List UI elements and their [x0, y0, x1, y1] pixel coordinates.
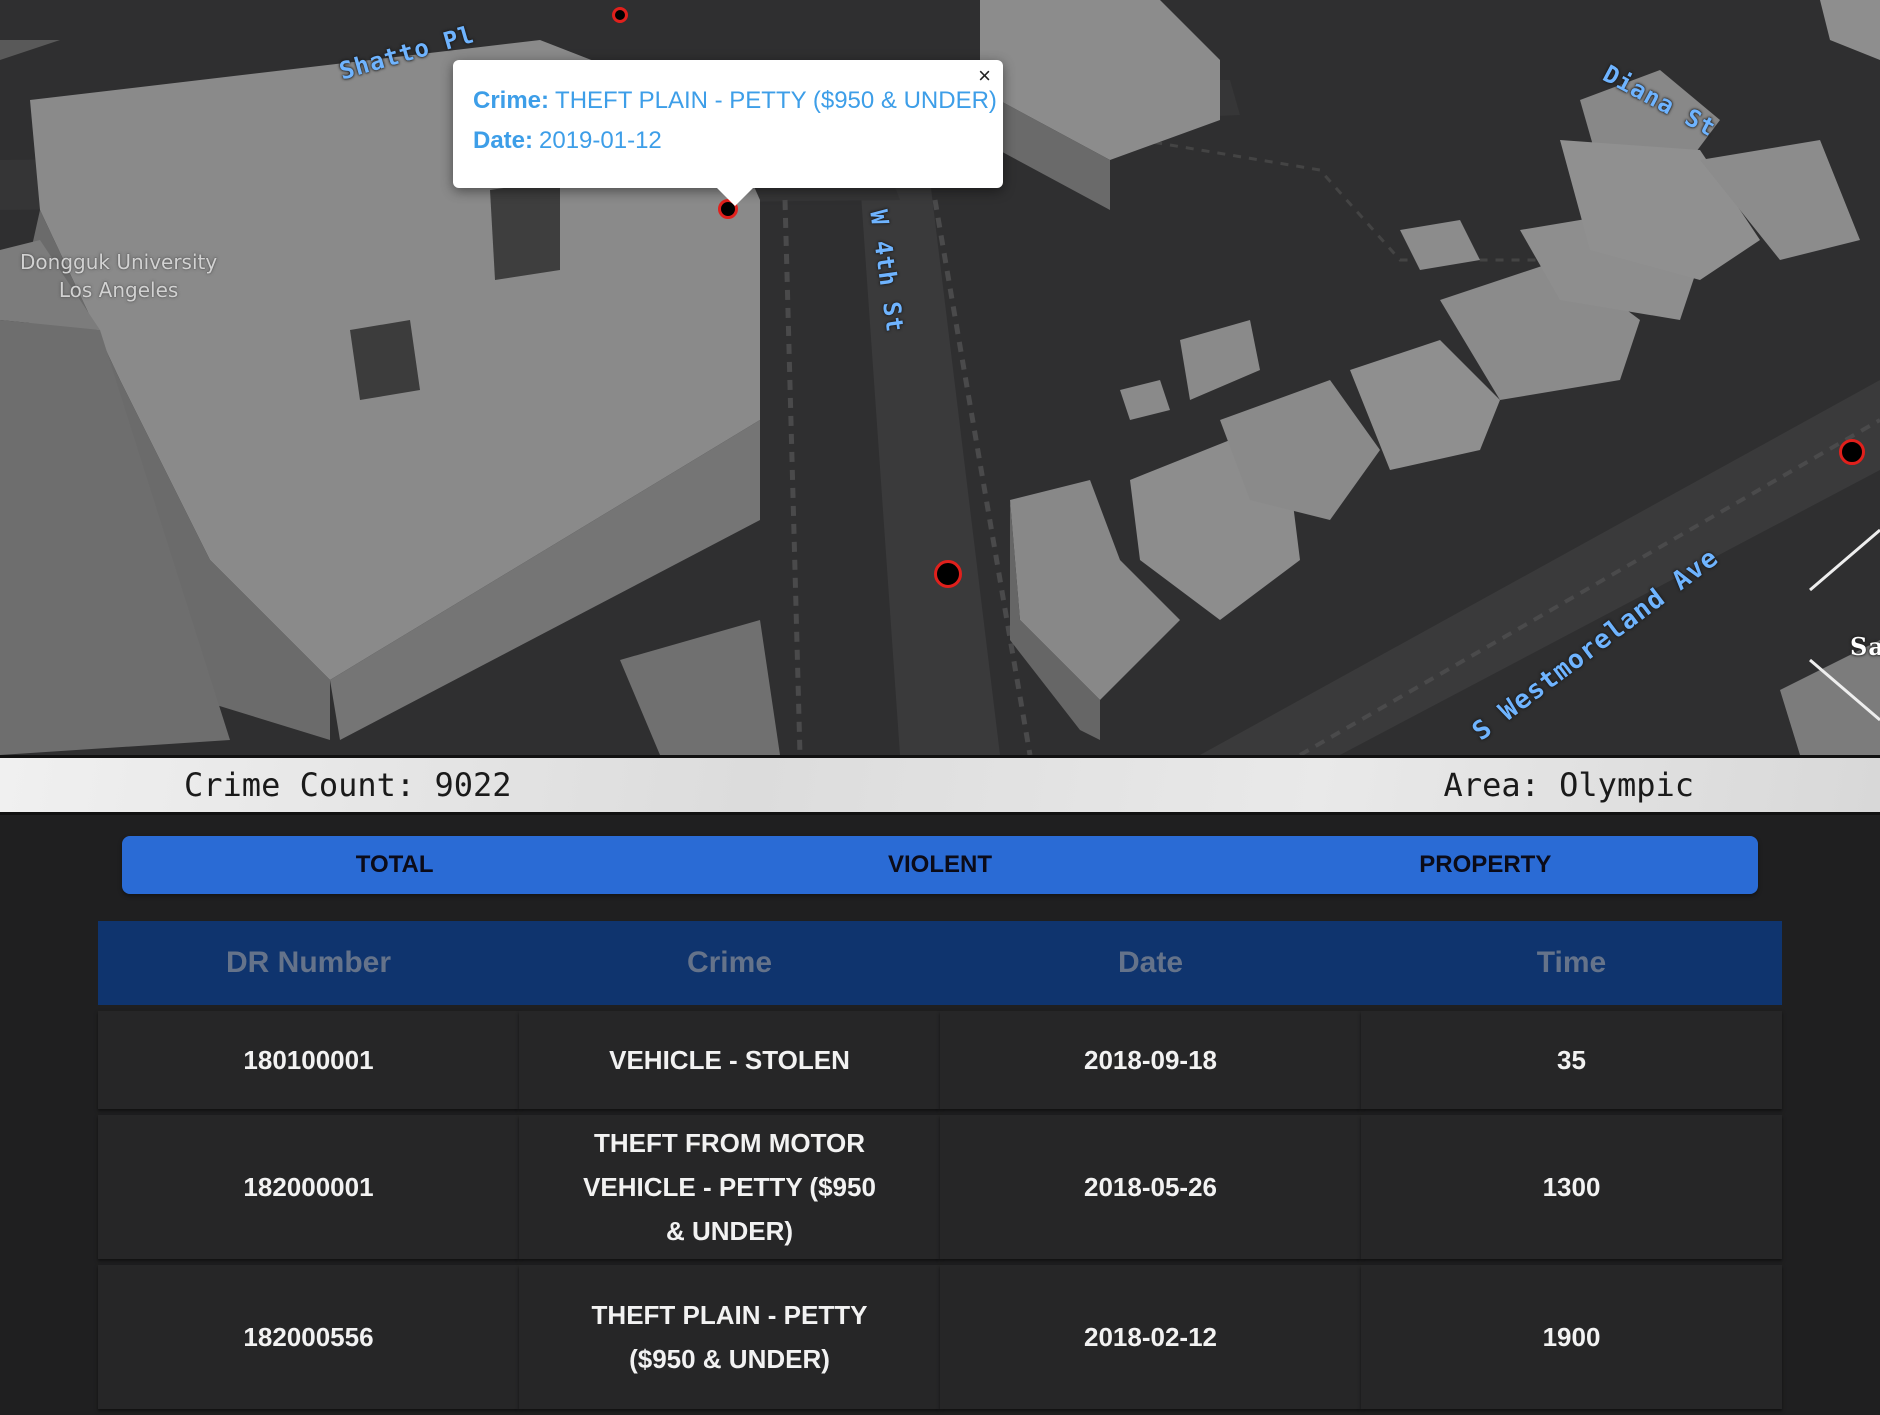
crime-map[interactable]: Shatto Pl W 4th St Diana St S Westmorela… [0, 0, 1880, 755]
cell-dr-number: 180100001 [98, 1011, 519, 1109]
popup-date-row: Date: 2019-01-12 [473, 127, 662, 155]
poi-name: Dongguk University [20, 250, 218, 274]
popup-crime-value: THEFT PLAIN - PETTY ($950 & UNDER) [555, 87, 997, 114]
tab-property[interactable]: PROPERTY [1213, 836, 1758, 894]
street-label-edge: Sa [1850, 632, 1880, 661]
cell-crime: THEFT FROM MOTOR VEHICLE - PETTY ($950 &… [519, 1115, 940, 1259]
cell-dr-number: 182000001 [98, 1115, 519, 1259]
info-bar: Crime Count: 9022 Area: Olympic [0, 755, 1880, 815]
header-date[interactable]: Date [940, 921, 1361, 1005]
cell-time: 1300 [1361, 1115, 1782, 1259]
cell-crime: THEFT PLAIN - PETTY ($950 & UNDER) [519, 1265, 940, 1409]
popup-crime-row: Crime: THEFT PLAIN - PETTY ($950 & UNDER) [473, 87, 997, 115]
poi-city: Los Angeles [58, 278, 179, 302]
header-crime[interactable]: Crime [519, 921, 940, 1005]
popup-close-button[interactable]: × [978, 64, 991, 88]
table-row[interactable]: 182000001 THEFT FROM MOTOR VEHICLE - PET… [98, 1115, 1782, 1259]
cell-time: 35 [1361, 1011, 1782, 1109]
table-row[interactable]: 182000556 THEFT PLAIN - PETTY ($950 & UN… [98, 1265, 1782, 1409]
table-header-row: DR Number Crime Date Time [98, 921, 1782, 1005]
popup-date-label: Date: [473, 127, 534, 154]
area-label: Area: Olympic [1443, 766, 1694, 804]
crime-popup: × Crime: THEFT PLAIN - PETTY ($950 & UNDE… [453, 60, 1003, 206]
cell-date: 2018-09-18 [940, 1011, 1361, 1109]
header-dr-number[interactable]: DR Number [98, 921, 519, 1005]
app-root: Shatto Pl W 4th St Diana St S Westmorela… [0, 0, 1880, 1409]
cell-dr-number: 182000556 [98, 1265, 519, 1409]
cell-date: 2018-05-26 [940, 1115, 1361, 1259]
tab-total[interactable]: TOTAL [122, 836, 667, 894]
tab-violent[interactable]: VIOLENT [667, 836, 1212, 894]
popup-date-value: 2019-01-12 [539, 127, 662, 154]
header-time[interactable]: Time [1361, 921, 1782, 1005]
crime-marker[interactable] [1839, 439, 1865, 465]
crime-marker[interactable] [934, 560, 962, 588]
cell-time: 1900 [1361, 1265, 1782, 1409]
crime-type-tabs: TOTAL VIOLENT PROPERTY [122, 836, 1758, 894]
poi-label: Dongguk University Los Angeles [20, 248, 217, 304]
crime-marker[interactable] [612, 7, 628, 23]
popup-crime-label: Crime: [473, 87, 550, 114]
table-row[interactable]: 180100001 VEHICLE - STOLEN 2018-09-18 35 [98, 1011, 1782, 1109]
crime-count: Crime Count: 9022 [184, 766, 512, 804]
crime-table: DR Number Crime Date Time 180100001 VEHI… [98, 915, 1782, 1415]
cell-date: 2018-02-12 [940, 1265, 1361, 1409]
cell-crime: VEHICLE - STOLEN [519, 1011, 940, 1109]
